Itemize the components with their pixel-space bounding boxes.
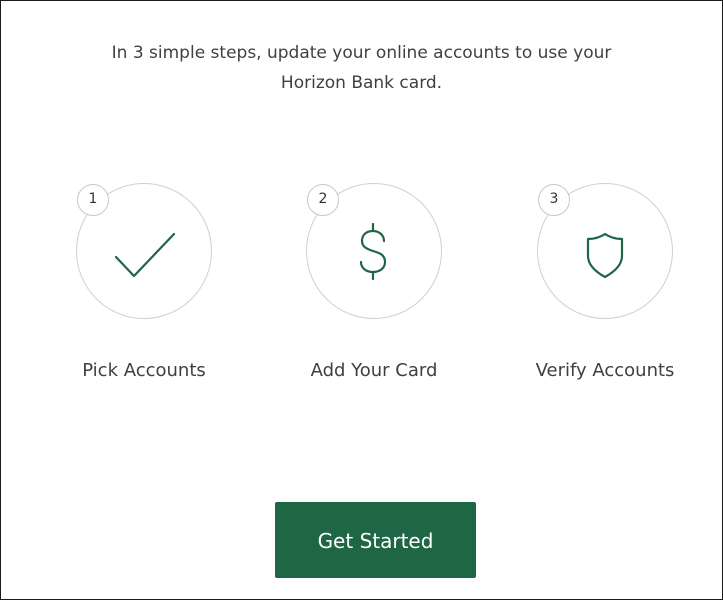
- intro-text: In 3 simple steps, update your online ac…: [0, 38, 723, 98]
- intro-line-2: Horizon Bank card.: [280, 73, 443, 93]
- step-label: Add Your Card: [310, 360, 438, 381]
- step-number-badge: 1: [77, 184, 109, 216]
- step-label: Verify Accounts: [535, 360, 675, 381]
- step-label: Pick Accounts: [82, 360, 206, 381]
- step-number-badge: 3: [538, 184, 570, 216]
- intro-line-1: In 3 simple steps, update your online ac…: [111, 43, 612, 63]
- step-number-badge: 2: [307, 184, 339, 216]
- get-started-button[interactable]: Get Started: [275, 502, 476, 578]
